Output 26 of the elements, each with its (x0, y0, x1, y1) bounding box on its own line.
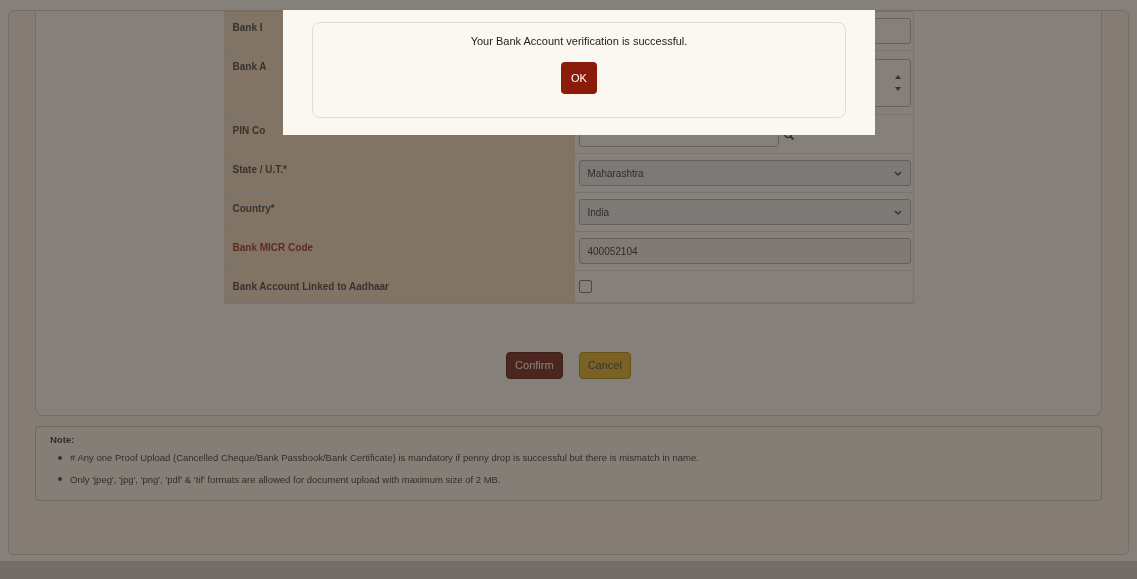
input-field[interactable]: 400052104 (578, 238, 911, 264)
field-label: State / U.T.* (232, 164, 287, 175)
spinner-arrows-icon[interactable] (893, 74, 902, 91)
chevron-down-icon (893, 169, 902, 177)
field-label: PIN Co (232, 125, 266, 136)
select-field[interactable]: India (578, 199, 911, 225)
field-label: Country* (232, 203, 275, 214)
field-label: Bank I (232, 22, 263, 33)
note-item: # Any one Proof Upload (Cancelled Cheque/Bank Passbook/Bank Certificate) is mandatory if penny drop is successful but there is mismatch in name. (70, 451, 699, 465)
dialog-message: Your Bank Account verification is successful. (470, 34, 688, 49)
checkbox[interactable] (578, 280, 592, 293)
cancel-button[interactable]: Cancel (578, 352, 631, 379)
field-label: Bank MICR Code (232, 242, 314, 253)
field-value: 400052104 (587, 244, 638, 259)
field-label: Bank A (232, 61, 267, 72)
bullet-icon (58, 477, 62, 482)
field-value: India (587, 205, 610, 220)
field-label: Bank Account Linked to Aadhaar (232, 281, 389, 292)
note-title: Note: (50, 433, 76, 447)
note-item: Only 'jpeg', 'jpg', 'png', 'pdf' & 'tif' formats are allowed for document upload with maximum size of 2 MB. (70, 472, 501, 486)
field-value: Maharashtra (587, 166, 644, 181)
confirm-button[interactable]: Confirm (506, 352, 563, 379)
chevron-down-icon (893, 208, 902, 216)
bullet-icon (58, 455, 62, 460)
ok-button[interactable]: OK (561, 61, 597, 94)
select-field[interactable]: Maharashtra (578, 160, 911, 186)
